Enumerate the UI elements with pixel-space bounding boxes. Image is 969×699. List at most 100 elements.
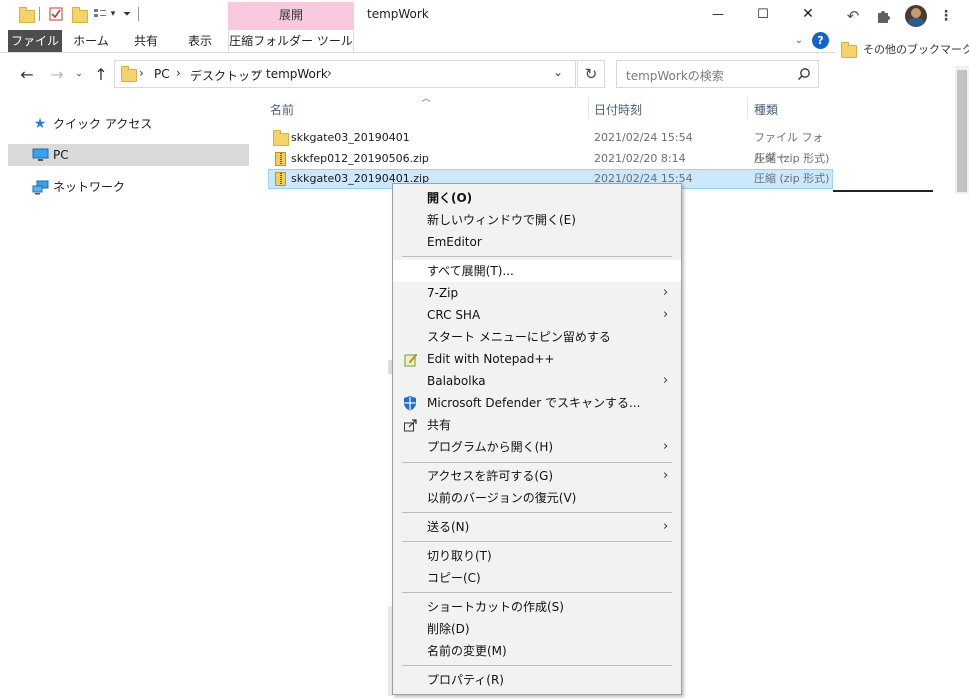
list-item[interactable]: skkfep012_20190506.zip 2021/02/20 8:14 圧… bbox=[268, 149, 833, 169]
tab-file[interactable]: ファイル bbox=[8, 30, 62, 52]
menu-item-label: ショートカットの作成(S) bbox=[427, 600, 564, 614]
tab-home[interactable]: ホーム bbox=[68, 30, 114, 52]
breadcrumb-chevron-icon[interactable]: › bbox=[327, 66, 332, 80]
menu-item-restore-versions[interactable]: 以前のバージョンの復元(V) bbox=[393, 487, 681, 509]
menu-item-label: すべて展開(T)... bbox=[427, 264, 514, 278]
menu-item-extract-all[interactable]: すべて展開(T)... bbox=[393, 260, 681, 282]
bookmark-folder-icon[interactable] bbox=[841, 42, 857, 58]
menu-item-give-access[interactable]: アクセスを許可する(G) › bbox=[393, 465, 681, 487]
breadcrumb-tempwork[interactable]: tempWork bbox=[266, 67, 328, 81]
submenu-arrow-icon: › bbox=[663, 439, 669, 454]
column-header-name[interactable]: 名前 bbox=[270, 101, 294, 118]
scrollbar[interactable] bbox=[955, 66, 969, 194]
sort-ascending-icon: ︿ bbox=[421, 93, 431, 104]
network-icon bbox=[31, 179, 49, 195]
menu-item-7zip[interactable]: 7-Zip › bbox=[393, 282, 681, 304]
submenu-arrow-icon: › bbox=[663, 519, 669, 534]
menu-item-label: 7-Zip bbox=[427, 286, 459, 300]
forward-arrow-icon[interactable]: → bbox=[46, 63, 68, 85]
customize-toolbar-icon[interactable]: ⏷ bbox=[121, 7, 133, 21]
ribbon-expand-icon[interactable]: ⌄ bbox=[792, 33, 806, 47]
menu-item-balabolka[interactable]: Balabolka › bbox=[393, 370, 681, 392]
menu-separator bbox=[402, 592, 672, 593]
folder-icon bbox=[273, 130, 289, 146]
menu-item-properties[interactable]: プロパティ(R) bbox=[393, 669, 681, 691]
nav-item-pc[interactable]: PC bbox=[8, 144, 249, 166]
breadcrumb-chevron-icon[interactable]: › bbox=[252, 66, 257, 80]
extension-puzzle-icon[interactable] bbox=[873, 6, 893, 26]
menu-item-defender-scan[interactable]: Microsoft Defender でスキャンする... bbox=[393, 392, 681, 414]
menu-item-copy[interactable]: コピー(C) bbox=[393, 567, 681, 589]
address-bar[interactable]: › PC › デスクトップ › tempWork › ⌄ bbox=[114, 60, 576, 88]
menu-item-notepad-plus[interactable]: Edit with Notepad++ bbox=[393, 348, 681, 370]
new-folder-icon[interactable] bbox=[72, 7, 88, 23]
refresh-button[interactable]: ↻ bbox=[577, 60, 605, 88]
back-arrow-icon[interactable]: ← bbox=[16, 63, 38, 85]
menu-item-emeditor[interactable]: EmEditor bbox=[393, 231, 681, 253]
more-options-icon[interactable]: ⋮ bbox=[939, 6, 953, 26]
menu-item-label: CRC SHA bbox=[427, 308, 481, 322]
menu-item-create-shortcut[interactable]: ショートカットの作成(S) bbox=[393, 596, 681, 618]
menu-item-label: コピー(C) bbox=[427, 571, 481, 585]
nav-item-label: クイック アクセス bbox=[53, 117, 153, 131]
column-header-date[interactable]: 日付時刻 bbox=[594, 101, 642, 118]
menu-item-open-new-window[interactable]: 新しいウィンドウで開く(E) bbox=[393, 209, 681, 231]
menu-item-open[interactable]: 開く(O) bbox=[393, 187, 681, 209]
search-icon[interactable] bbox=[795, 65, 813, 83]
close-button[interactable]: ✕ bbox=[790, 2, 826, 26]
breadcrumb-chevron-icon[interactable]: › bbox=[139, 66, 144, 80]
recent-locations-chevron-icon[interactable]: ⌄ bbox=[73, 66, 85, 82]
undo-icon[interactable]: ↶ bbox=[843, 6, 863, 26]
menu-item-label: プログラムから開く(H) bbox=[427, 440, 554, 454]
tab-share[interactable]: 共有 bbox=[124, 30, 168, 52]
menu-item-rename[interactable]: 名前の変更(M) bbox=[393, 640, 681, 662]
menu-separator bbox=[402, 512, 672, 513]
menu-item-label: EmEditor bbox=[427, 235, 482, 249]
help-icon[interactable]: ? bbox=[812, 32, 829, 49]
scrollbar-thumb[interactable] bbox=[957, 70, 967, 192]
menu-item-label: スタート メニューにピン留めする bbox=[427, 330, 611, 344]
search-box[interactable]: tempWorkの検索 bbox=[616, 60, 819, 88]
share-icon bbox=[402, 417, 418, 433]
nav-item-label: ネットワーク bbox=[53, 180, 126, 194]
tab-compressed-folder-tools[interactable]: 圧縮フォルダー ツール bbox=[228, 30, 354, 52]
file-name: skkgate03_20190401 bbox=[291, 131, 410, 144]
up-arrow-icon[interactable]: ↑ bbox=[90, 63, 112, 85]
column-header-type[interactable]: 種類 bbox=[754, 101, 778, 118]
search-input[interactable]: tempWorkの検索 bbox=[626, 67, 724, 84]
file-type: 圧縮 (zip 形式) bbox=[754, 152, 830, 165]
nav-item-network[interactable]: ネットワーク bbox=[8, 176, 249, 198]
address-dropdown-chevron-icon[interactable]: ⌄ bbox=[553, 65, 563, 79]
menu-item-label: 名前の変更(M) bbox=[427, 644, 507, 658]
menu-item-crc-sha[interactable]: CRC SHA › bbox=[393, 304, 681, 326]
file-date: 2021/02/24 15:54 bbox=[594, 131, 693, 144]
breadcrumb-chevron-icon[interactable]: › bbox=[176, 66, 181, 80]
nav-item-quick-access[interactable]: ★ クイック アクセス bbox=[8, 113, 249, 135]
menu-item-open-with[interactable]: プログラムから開く(H) › bbox=[393, 436, 681, 458]
properties-check-icon[interactable] bbox=[48, 6, 64, 22]
minimize-button[interactable]: — bbox=[700, 2, 736, 26]
menu-item-label: プロパティ(R) bbox=[427, 673, 504, 687]
divider bbox=[833, 190, 933, 192]
tab-view[interactable]: 表示 bbox=[177, 30, 223, 52]
menu-item-pin-to-start[interactable]: スタート メニューにピン留めする bbox=[393, 326, 681, 348]
menu-item-share[interactable]: 共有 bbox=[393, 414, 681, 436]
menu-item-send-to[interactable]: 送る(N) › bbox=[393, 516, 681, 538]
maximize-button[interactable]: ☐ bbox=[745, 2, 781, 26]
chevron-down-icon[interactable]: ▾ bbox=[108, 7, 118, 21]
avatar[interactable] bbox=[905, 5, 927, 27]
column-divider[interactable] bbox=[588, 97, 589, 119]
list-item[interactable]: skkgate03_20190401 2021/02/24 15:54 ファイル… bbox=[268, 128, 833, 164]
other-bookmarks-label[interactable]: その他のブックマーク bbox=[863, 41, 969, 57]
menu-item-label: アクセスを許可する(G) bbox=[427, 469, 554, 483]
menu-item-label: 開く(O) bbox=[427, 191, 473, 205]
quick-access-list-icon[interactable] bbox=[92, 6, 108, 22]
submenu-arrow-icon: › bbox=[663, 468, 669, 483]
menu-item-cut[interactable]: 切り取り(T) bbox=[393, 545, 681, 567]
folder-icon[interactable] bbox=[19, 7, 35, 23]
menu-item-label: 切り取り(T) bbox=[427, 549, 492, 563]
menu-item-delete[interactable]: 削除(D) bbox=[393, 618, 681, 640]
breadcrumb-pc[interactable]: PC bbox=[154, 67, 170, 81]
column-divider[interactable] bbox=[747, 97, 748, 119]
folder-icon bbox=[121, 66, 137, 82]
